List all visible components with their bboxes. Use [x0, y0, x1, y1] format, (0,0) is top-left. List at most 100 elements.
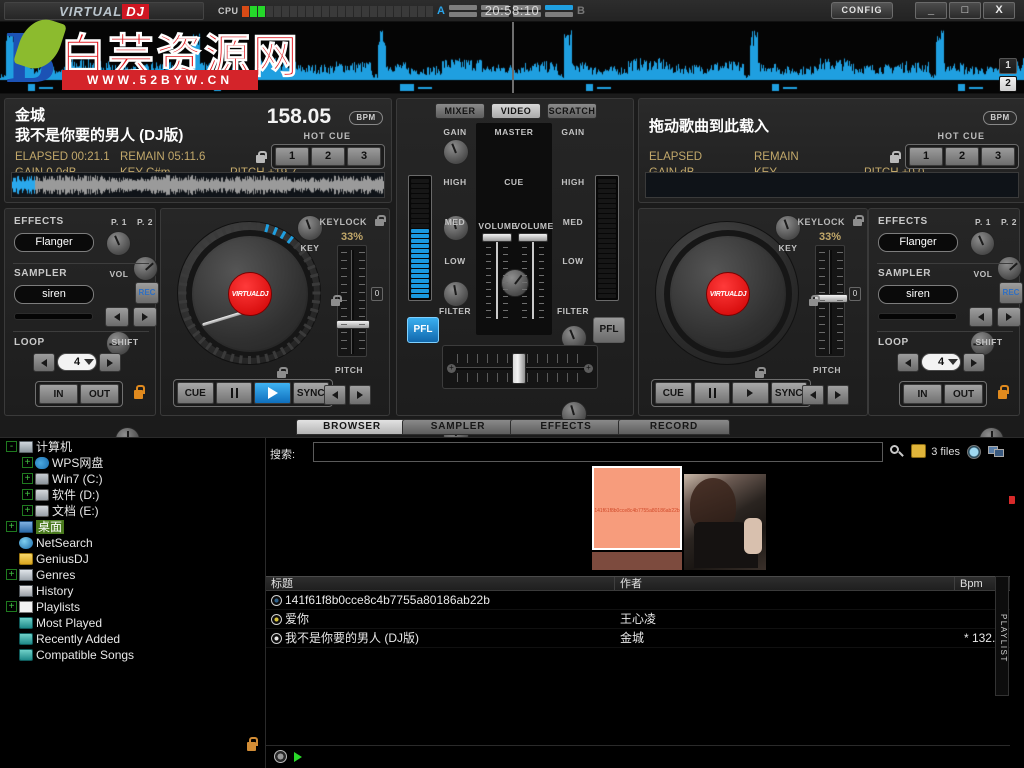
deck-b-hotcue-lock-icon[interactable]: [889, 150, 901, 163]
tab-scratch[interactable]: SCRATCH: [547, 103, 597, 119]
close-button[interactable]: X: [983, 2, 1015, 19]
deck-a-rec-button[interactable]: REC: [135, 282, 159, 304]
deck-a-hotcue-lock-icon[interactable]: [255, 150, 267, 163]
rhythm-waveform-panel[interactable]: 1 2 3: [0, 22, 1024, 94]
deck-b-loop-out-button[interactable]: OUT: [944, 384, 983, 404]
deck-b-bpm-tag[interactable]: BPM: [983, 111, 1017, 125]
tree-lock-icon[interactable]: [246, 737, 258, 754]
deck-a-sampler-prev-button[interactable]: [105, 307, 129, 327]
tab-browser[interactable]: BROWSER: [296, 419, 408, 435]
deck-b-play-button[interactable]: [732, 382, 769, 404]
table-row[interactable]: 我不是你要的男人 (DJ版) 金城 * 132.0: [266, 629, 1010, 648]
right-pfl-button[interactable]: PFL: [593, 317, 625, 343]
deck-b-pitch-lock-icon[interactable]: [809, 295, 820, 306]
minimize-button[interactable]: _: [915, 2, 947, 19]
deck-a-bpm-tag[interactable]: BPM: [349, 111, 383, 125]
deck-a-pitch-lock-icon[interactable]: [331, 295, 342, 306]
tree-item-most-played[interactable]: Most Played: [0, 614, 240, 630]
deck-a-p1-knob[interactable]: [106, 231, 131, 256]
deck-a-sampler-select[interactable]: siren: [14, 285, 94, 304]
deck-a-platter-lock-icon[interactable]: [277, 367, 288, 378]
deck-a-play-button[interactable]: [254, 382, 291, 404]
deck-b-loop-halve-button[interactable]: [897, 353, 919, 372]
tab-record[interactable]: RECORD: [618, 419, 730, 435]
deck-a-hotcue-3[interactable]: 3: [347, 147, 381, 166]
playlist-side-tab[interactable]: PLAYLIST: [995, 576, 1009, 696]
tree-expander[interactable]: -: [6, 441, 17, 453]
tree-item-[interactable]: + 桌面: [0, 518, 240, 534]
deck-a-cue-button[interactable]: CUE: [177, 382, 214, 404]
table-row[interactable]: 爱你 王心凌: [266, 610, 1010, 629]
deck-b-hotcue-2[interactable]: 2: [945, 147, 979, 166]
bottom-play-icon[interactable]: [294, 752, 302, 762]
search-folder-icon[interactable]: [911, 444, 926, 458]
deck-b-rec-button[interactable]: REC: [999, 282, 1023, 304]
tree-item-win7-c[interactable]: + Win7 (C:): [0, 470, 240, 486]
deck-a-pitch-up-button[interactable]: [349, 385, 371, 405]
tree-expander[interactable]: +: [6, 569, 17, 581]
deck-b-hotcue-3[interactable]: 3: [981, 147, 1015, 166]
deck-a-loop-in-button[interactable]: IN: [39, 384, 78, 404]
tree-item-compatible-songs[interactable]: Compatible Songs: [0, 646, 240, 662]
deck-b-effects-select[interactable]: Flanger: [878, 233, 958, 252]
deck-b-keylock-label[interactable]: KEYLOCK: [797, 217, 845, 227]
tree-item-e[interactable]: + 文档 (E:): [0, 502, 240, 518]
deck-a-loop-halve-button[interactable]: [33, 353, 55, 372]
deck-a-keylock-label[interactable]: KEYLOCK: [319, 217, 367, 227]
deck-a-loop-lock-icon[interactable]: [133, 385, 145, 399]
deck-b-hotcue-1[interactable]: 1: [909, 147, 943, 166]
deck-b-pitch-zero-button[interactable]: 0: [849, 287, 861, 301]
left-volume-fader[interactable]: [482, 233, 512, 319]
deck-a-pitch-zero-button[interactable]: 0: [371, 287, 383, 301]
left-gain-knob[interactable]: [443, 139, 469, 165]
search-magnifier-icon[interactable]: [889, 444, 905, 460]
deck-b-cue-button[interactable]: CUE: [655, 382, 692, 404]
table-row[interactable]: 141f61f8b0cce8c4b7755a80186ab22b: [266, 591, 1010, 610]
tree-expander[interactable]: +: [22, 489, 33, 501]
deck-a-p2-knob[interactable]: [133, 256, 158, 281]
tree-expander[interactable]: +: [6, 601, 17, 613]
deck-a-keylock-lock-icon[interactable]: [375, 215, 386, 226]
deck-b-keylock-lock-icon[interactable]: [853, 215, 864, 226]
deck-b-platter-lock-icon[interactable]: [755, 367, 766, 378]
deck-a-sampler-next-button[interactable]: [133, 307, 157, 327]
column-header-title[interactable]: 标题: [266, 577, 615, 590]
tree-expander[interactable]: +: [22, 457, 33, 469]
search-input-wrap[interactable]: [313, 442, 883, 462]
crossfader[interactable]: + +: [442, 345, 598, 389]
browser-globe-icon[interactable]: [967, 445, 981, 459]
tree-item-recently-added[interactable]: Recently Added: [0, 630, 240, 646]
deck-a-pause-button[interactable]: [215, 382, 252, 404]
tab-video[interactable]: VIDEO: [491, 103, 541, 119]
deck-b-loop-double-button[interactable]: [963, 353, 985, 372]
deck-b-sampler-select[interactable]: siren: [878, 285, 958, 304]
deck-a-loop-double-button[interactable]: [99, 353, 121, 372]
tree-item-[interactable]: - 计算机: [0, 438, 240, 454]
tab-mixer[interactable]: MIXER: [435, 103, 485, 119]
left-pfl-button[interactable]: PFL: [407, 317, 439, 343]
deck-b-p2-knob[interactable]: [997, 256, 1022, 281]
deck-a-hotcue-2[interactable]: 2: [311, 147, 345, 166]
tree-item-wps[interactable]: + WPS网盘: [0, 454, 240, 470]
deck-a-hotcue-1[interactable]: 1: [275, 147, 309, 166]
deck-a-overview-waveform[interactable]: [11, 172, 385, 198]
crossfader-handle[interactable]: [512, 353, 526, 384]
deck-a-loop-size-select[interactable]: 4: [57, 353, 97, 371]
tree-item-history[interactable]: History: [0, 582, 240, 598]
deck-b-pitch-up-button[interactable]: [827, 385, 849, 405]
deck-b-sampler-next-button[interactable]: [997, 307, 1021, 327]
left-med-knob[interactable]: [443, 281, 469, 307]
deck-b-loop-lock-icon[interactable]: [997, 385, 1009, 399]
tree-item-geniusdj[interactable]: GeniusDJ: [0, 550, 240, 566]
tab-effects[interactable]: EFFECTS: [510, 419, 622, 435]
right-volume-fader[interactable]: [518, 233, 548, 319]
search-input[interactable]: [314, 443, 882, 461]
view-button-1[interactable]: 1: [999, 58, 1017, 74]
tree-expander[interactable]: +: [22, 473, 33, 485]
maximize-button[interactable]: □: [949, 2, 981, 19]
folder-tree[interactable]: - 计算机 + WPS网盘 + Win7 (C:) + 软件 (D:) + 文档 (E:) + 桌面 N…: [0, 438, 240, 768]
deck-b-loop-size-select[interactable]: 4: [921, 353, 961, 371]
tab-sampler[interactable]: SAMPLER: [402, 419, 514, 435]
view-button-2[interactable]: 2: [999, 76, 1017, 92]
deck-b-overview-waveform[interactable]: [645, 172, 1019, 198]
